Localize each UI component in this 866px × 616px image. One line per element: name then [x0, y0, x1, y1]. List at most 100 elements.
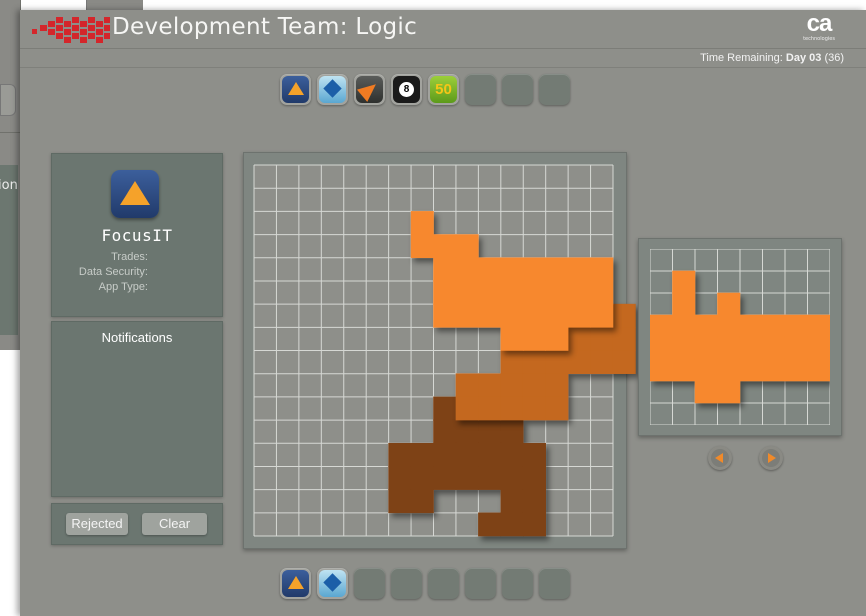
puzzle-grid[interactable] — [253, 164, 636, 537]
piece-cell — [522, 280, 546, 305]
empty-slot[interactable] — [502, 74, 533, 105]
preview-cell — [672, 358, 696, 382]
clear-button[interactable]: Clear — [142, 513, 207, 535]
time-day: Day 03 — [785, 52, 822, 64]
empty-slot[interactable] — [502, 568, 533, 599]
piece-cell — [455, 234, 479, 259]
background-window-button[interactable] — [0, 84, 16, 116]
piece-cell — [433, 419, 457, 444]
piece-cell — [433, 257, 457, 282]
empty-slot[interactable] — [465, 74, 496, 105]
background-window-divider — [0, 132, 20, 133]
blue-diamond-icon — [319, 76, 346, 103]
blue-diamond-icon — [319, 570, 346, 597]
page-title: Development Team: Logic — [112, 14, 418, 40]
piece-cell — [567, 257, 591, 282]
piece-cell — [478, 303, 502, 328]
preview-cell — [739, 336, 763, 360]
focusit-triangle-icon — [282, 76, 309, 103]
empty-slot[interactable] — [391, 568, 422, 599]
piece-cell — [590, 350, 614, 374]
piece-cell — [522, 396, 546, 421]
preview-cell — [807, 336, 830, 360]
piece-cell — [545, 373, 569, 398]
preview-cell — [762, 314, 786, 338]
brand-mark: ca — [806, 10, 833, 37]
piece-cell — [433, 280, 457, 305]
triangle-icon — [120, 181, 150, 205]
piece-cell — [478, 419, 502, 444]
piece-cell — [590, 257, 614, 282]
green-number-icon: 50 — [430, 76, 457, 103]
preview-cell — [672, 270, 696, 294]
piece-cell — [500, 257, 524, 282]
piece-cell — [410, 234, 434, 259]
piece-cell — [612, 303, 636, 328]
piece-cell — [522, 303, 546, 328]
focusit-triangle-slot[interactable] — [280, 74, 311, 105]
piece-cell — [522, 489, 546, 514]
preview-cell — [717, 380, 741, 404]
empty-slot[interactable] — [354, 568, 385, 599]
preview-cell — [762, 358, 786, 382]
blue-diamond-slot[interactable] — [317, 74, 348, 105]
next-piece-button[interactable] — [759, 446, 783, 470]
piece-cell — [478, 442, 502, 467]
piece-cell — [500, 489, 524, 514]
team-logo — [32, 17, 110, 45]
piece-cell — [410, 466, 434, 490]
piece-cell — [500, 303, 524, 328]
preview-cell — [784, 358, 808, 382]
piece-preview-panel — [638, 238, 842, 436]
piece-cell — [478, 466, 502, 490]
trades-label: Trades: — [111, 251, 148, 263]
orange-arrow-slot[interactable] — [354, 74, 385, 105]
piece-cell — [500, 512, 524, 537]
empty-slot[interactable] — [428, 568, 459, 599]
preview-cell — [694, 336, 718, 360]
preview-cell — [694, 314, 718, 338]
preview-cell — [650, 336, 673, 360]
preview-cell — [807, 358, 830, 382]
empty-slot[interactable] — [465, 568, 496, 599]
piece-cell — [410, 211, 434, 235]
blue-diamond-slot[interactable] — [317, 568, 348, 599]
piece-cell — [612, 350, 636, 374]
title-bar: Development Team: Logic ca technologies — [20, 10, 866, 49]
empty-slot[interactable] — [539, 568, 570, 599]
piece-cell — [500, 373, 524, 398]
piece-cell — [455, 303, 479, 328]
time-remaining: Time Remaining: Day 03 (36) — [700, 52, 844, 64]
preview-cell — [650, 314, 673, 338]
app-type-label: App Type: — [98, 281, 148, 293]
piece-cell — [500, 396, 524, 421]
rejected-button[interactable]: Rejected — [66, 513, 128, 535]
piece-cell — [545, 350, 569, 374]
preview-cell — [694, 358, 718, 382]
piece-cell — [567, 280, 591, 305]
piece-cell — [545, 257, 569, 282]
empty-slot[interactable] — [539, 74, 570, 105]
piece-cell — [567, 303, 591, 328]
piece-cell — [455, 280, 479, 305]
focusit-triangle-slot[interactable] — [280, 568, 311, 599]
piece-cell — [545, 280, 569, 305]
ca-logo: ca technologies — [794, 12, 844, 43]
piece-cell — [433, 466, 457, 490]
piece-preview-grid — [650, 249, 830, 425]
game-window: Development Team: Logic ca technologies … — [20, 10, 866, 616]
previous-piece-button[interactable] — [708, 446, 732, 470]
green-number-slot[interactable]: 50 — [428, 74, 459, 105]
piece-cell — [455, 373, 479, 398]
piece-cell — [455, 257, 479, 282]
piece-cell — [478, 257, 502, 282]
piece-cell — [522, 257, 546, 282]
piece-cell — [478, 512, 502, 537]
piece-cell — [522, 512, 546, 537]
orange-arrow-icon — [356, 76, 383, 103]
eight-ball-slot[interactable]: 8 — [391, 74, 422, 105]
piece-cell — [410, 489, 434, 514]
focusit-app-icon — [111, 170, 159, 218]
preview-cell — [650, 358, 673, 382]
bottom-toolbar — [280, 568, 570, 599]
